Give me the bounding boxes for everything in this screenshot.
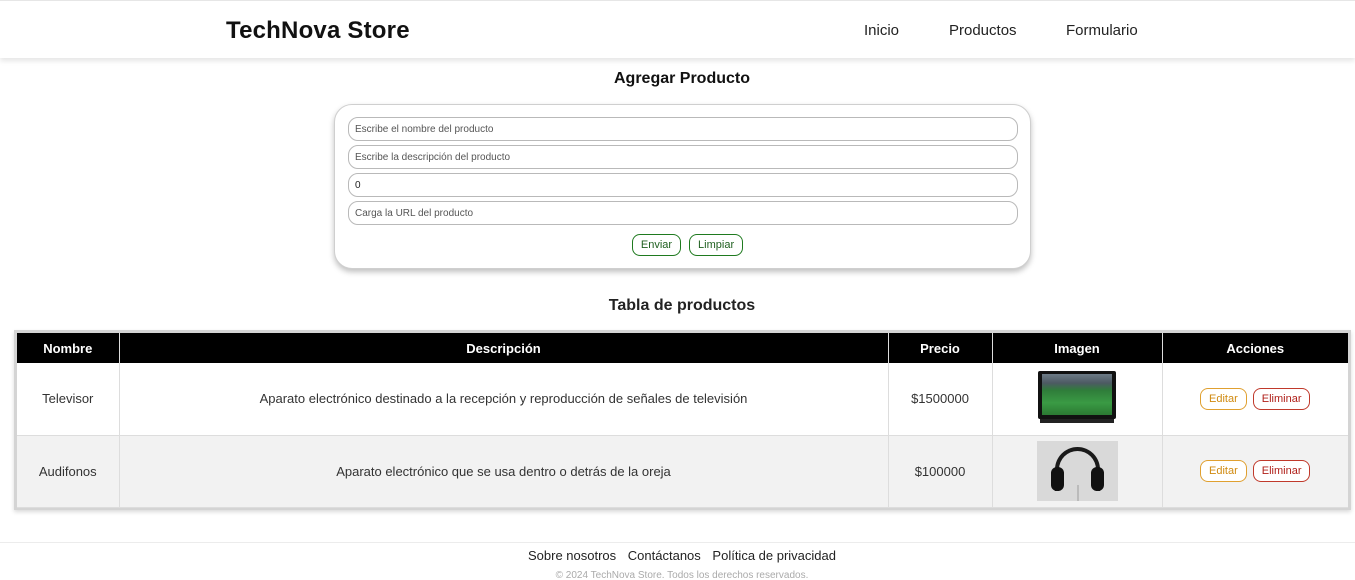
headphones-image	[1036, 441, 1118, 501]
footer-divider	[0, 542, 1355, 543]
cell-name: Audifonos	[17, 435, 120, 508]
tv-body	[1038, 370, 1116, 419]
column-header-imagen: Imagen	[992, 333, 1163, 363]
edit-button[interactable]: Editar	[1200, 460, 1247, 482]
tv-stand	[1040, 418, 1114, 423]
form-title: Agregar Producto	[613, 70, 750, 87]
site-header: TechNova Store Inicio Productos Formular…	[0, 0, 1355, 58]
nav-link-productos[interactable]: Productos	[949, 22, 1017, 39]
nav-link-formulario[interactable]: Formulario	[1066, 22, 1138, 39]
column-header-nombre: Nombre	[17, 333, 120, 363]
footer-links: Sobre nosotros Contáctanos Política de p…	[0, 548, 1355, 563]
nav-link-inicio[interactable]: Inicio	[864, 22, 899, 39]
cell-actions: Editar Eliminar	[1162, 363, 1348, 436]
tv-screen	[1042, 373, 1112, 415]
cell-description: Aparato electrónico que se usa dentro o …	[119, 435, 889, 508]
edit-button[interactable]: Editar	[1200, 387, 1247, 410]
cell-price: $1500000	[888, 363, 993, 436]
form-buttons: Enviar Limpiar	[335, 234, 1030, 256]
add-product-form: Enviar Limpiar	[334, 104, 1031, 269]
cell-image	[992, 435, 1163, 508]
product-url-input[interactable]	[348, 201, 1018, 225]
product-price-input[interactable]	[348, 173, 1018, 197]
cell-price: $100000	[888, 435, 993, 508]
footer-link-about[interactable]: Sobre nosotros	[528, 548, 616, 563]
column-header-descripcion: Descripción	[119, 333, 889, 363]
table-row: Audifonos Aparato electrónico que se usa…	[17, 435, 1348, 508]
television-image	[1037, 370, 1117, 427]
headphones-cup-right	[1090, 467, 1104, 491]
product-description-input[interactable]	[348, 145, 1018, 169]
table-title: Tabla de productos	[608, 297, 756, 314]
products-table: Nombre Descripción Precio Imagen Accione…	[17, 333, 1348, 508]
product-name-input[interactable]	[348, 117, 1018, 141]
brand-logo-text[interactable]: TechNova Store	[226, 17, 410, 45]
cell-description: Aparato electrónico destinado a la recep…	[119, 363, 889, 436]
cell-image	[992, 363, 1163, 436]
column-header-acciones: Acciones	[1162, 333, 1348, 363]
footer-link-contact[interactable]: Contáctanos	[628, 548, 701, 563]
delete-button[interactable]: Eliminar	[1252, 460, 1311, 482]
clear-button[interactable]: Limpiar	[689, 234, 744, 256]
submit-button[interactable]: Enviar	[631, 234, 682, 256]
cell-actions: Editar Eliminar	[1162, 435, 1348, 508]
headphones-cord	[1076, 485, 1079, 501]
cell-name: Televisor	[17, 363, 120, 436]
footer-link-privacy[interactable]: Política de privacidad	[712, 548, 836, 563]
copyright-text: © 2024 TechNova Store. Todos los derecho…	[555, 570, 809, 580]
column-header-precio: Precio	[888, 333, 993, 363]
table-header-row: Nombre Descripción Precio Imagen Accione…	[17, 333, 1348, 363]
headphones-cup-left	[1050, 467, 1064, 491]
products-table-container: Nombre Descripción Precio Imagen Accione…	[14, 330, 1351, 510]
delete-button[interactable]: Eliminar	[1252, 387, 1311, 410]
table-row: Televisor Aparato electrónico destinado …	[17, 363, 1348, 436]
